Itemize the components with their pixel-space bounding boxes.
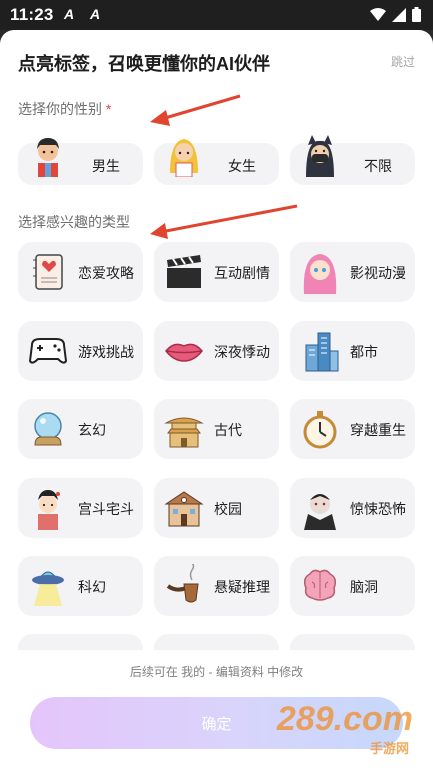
girl-avatar-icon xyxy=(170,139,198,177)
interest-option-campus[interactable]: 校园 xyxy=(154,478,279,538)
interest-option-label: 恋爱攻略 xyxy=(78,265,134,281)
interest-option-label: 互动剧情 xyxy=(214,265,270,281)
interest-option-love-guide[interactable]: 恋爱攻略 xyxy=(18,242,143,302)
gender-option-label: 男生 xyxy=(92,158,120,174)
interest-option-brainstorm[interactable]: 脑洞 xyxy=(290,556,415,616)
interest-option-interactive-plot[interactable]: 互动剧情 xyxy=(154,242,279,302)
gender-option-label: 女生 xyxy=(228,158,256,174)
interest-option-label: 宫斗宅斗 xyxy=(78,501,134,517)
footer: 后续可在 我的 - 编辑资料 中修改 确定 289.com 手游网 xyxy=(0,650,433,770)
status-time: 11:23 xyxy=(10,5,54,24)
interest-option-time-travel[interactable]: 穿越重生 xyxy=(290,399,415,459)
interest-option-label: 脑洞 xyxy=(350,579,378,595)
ufo-icon xyxy=(32,571,64,606)
interest-option-label: 惊悚恐怖 xyxy=(350,501,406,517)
app-notification-icon: A xyxy=(64,6,75,22)
interest-option-urban[interactable]: 都市 xyxy=(290,321,415,381)
masked-cat-avatar-icon xyxy=(306,135,334,177)
gender-option-female[interactable]: 女生 xyxy=(154,139,279,185)
interest-option-ancient[interactable]: 古代 xyxy=(154,399,279,459)
interest-option-label: 游戏挑战 xyxy=(78,344,134,360)
interest-option-fantasy[interactable]: 玄幻 xyxy=(18,399,143,459)
skip-button[interactable]: 跳过 xyxy=(391,53,415,70)
stopwatch-icon xyxy=(303,411,337,449)
interest-option-label: 玄幻 xyxy=(78,422,106,438)
interest-option-late-night[interactable]: 深夜悸动 xyxy=(154,321,279,381)
vampire-icon xyxy=(304,494,336,530)
gender-option-male[interactable]: 男生 xyxy=(18,138,143,185)
interest-option-label: 科幻 xyxy=(78,579,106,595)
tag-selection-sheet: 点亮标签，召唤更懂你的AI伙伴 跳过 选择你的性别 * 男生 女生 不限 选择感… xyxy=(0,30,433,770)
annotation-arrow-head xyxy=(150,223,168,239)
brain-icon xyxy=(303,569,337,601)
pagoda-icon xyxy=(164,417,204,448)
interest-option-label: 都市 xyxy=(350,344,378,360)
school-building-icon xyxy=(164,491,204,527)
detective-pipe-icon xyxy=(166,564,199,603)
gender-option-label: 不限 xyxy=(364,158,392,174)
love-diary-icon xyxy=(33,254,63,290)
annotation-arrow-head xyxy=(150,110,170,126)
app-notification-icon: A xyxy=(90,6,101,22)
gamepad-icon xyxy=(28,338,68,364)
interest-section-title: 选择感兴趣的类型 xyxy=(18,214,130,230)
anime-girl-icon xyxy=(303,254,337,294)
interest-option-mystery[interactable]: 悬疑推理 xyxy=(154,556,279,616)
signal-icon xyxy=(392,7,406,22)
interest-option-label: 悬疑推理 xyxy=(214,579,270,595)
lips-icon xyxy=(165,343,203,362)
interest-option-label: 校园 xyxy=(214,501,242,517)
city-buildings-icon xyxy=(305,332,339,372)
sheet-title: 点亮标签，召唤更懂你的AI伙伴 xyxy=(18,54,270,74)
interest-option-label: 穿越重生 xyxy=(350,422,406,438)
interest-option-label: 影视动漫 xyxy=(350,265,406,281)
interest-option-horror[interactable]: 惊悚恐怖 xyxy=(290,478,415,538)
interest-option-game-challenge[interactable]: 游戏挑战 xyxy=(18,321,143,381)
interest-option-label: 古代 xyxy=(214,422,242,438)
gender-section-label: 选择你的性别 xyxy=(18,101,102,117)
interest-option-film-anime[interactable]: 影视动漫 xyxy=(290,242,415,302)
clapperboard-icon xyxy=(167,255,201,288)
interest-option-palace-intrigue[interactable]: 宫斗宅斗 xyxy=(18,478,143,538)
interest-option-label: 深夜悸动 xyxy=(214,344,270,360)
required-mark: * xyxy=(105,101,112,117)
edit-later-hint: 后续可在 我的 - 编辑资料 中修改 xyxy=(129,665,304,679)
interest-option-sci-fi[interactable]: 科幻 xyxy=(18,556,143,616)
palace-lady-icon xyxy=(38,490,60,530)
site-watermark: 289.com xyxy=(276,700,413,738)
battery-icon xyxy=(412,7,421,22)
status-bar: 11:23 A A xyxy=(0,0,433,30)
gender-section-title: 选择你的性别 * xyxy=(18,99,111,119)
site-watermark-sub: 手游网 xyxy=(369,741,409,756)
crystal-ball-icon xyxy=(34,412,62,446)
wifi-icon xyxy=(370,7,386,21)
status-icons xyxy=(370,7,421,22)
gender-option-any[interactable]: 不限 xyxy=(290,135,415,185)
boy-avatar-icon xyxy=(37,138,59,177)
